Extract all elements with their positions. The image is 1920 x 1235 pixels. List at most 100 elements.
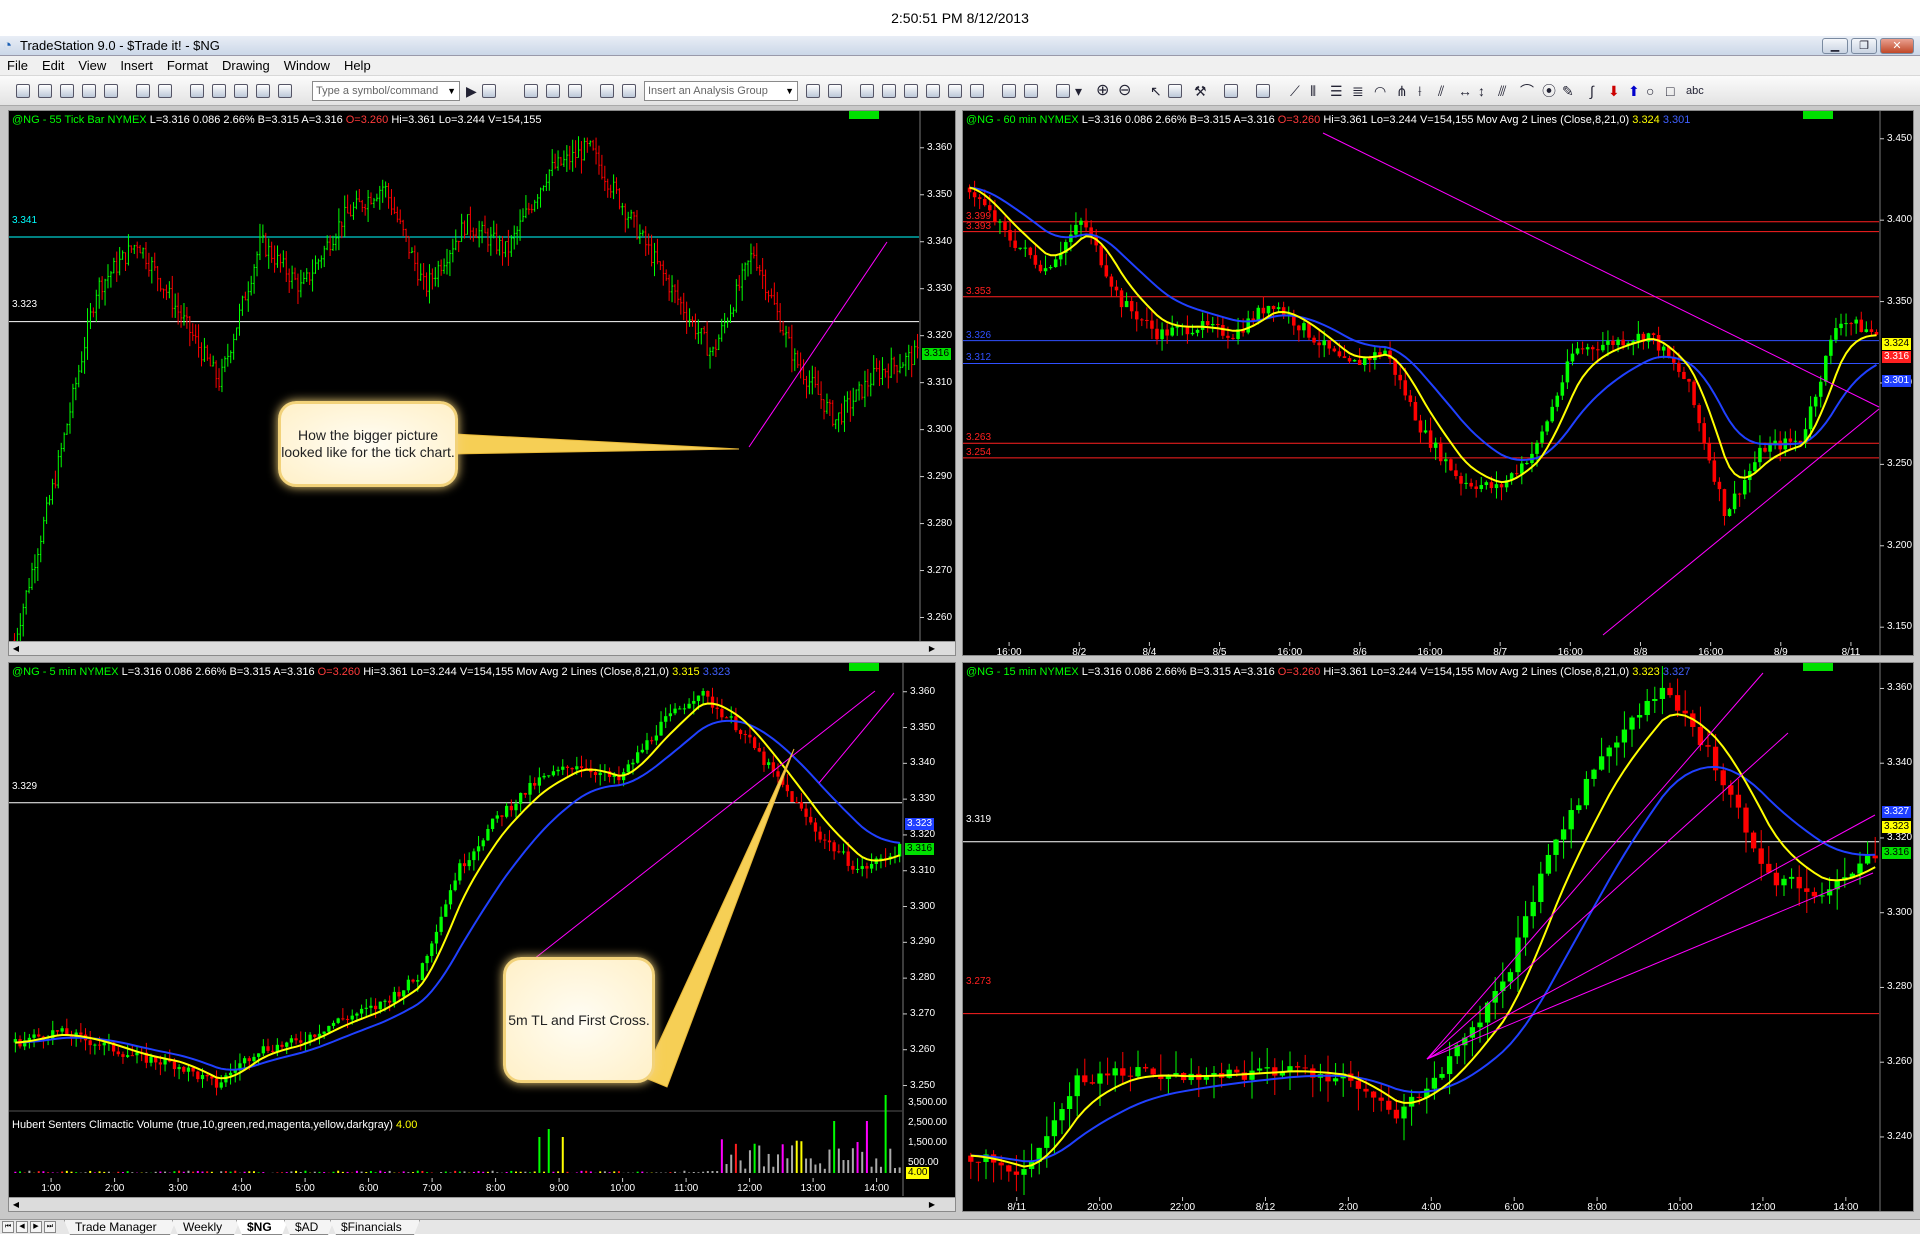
save-desktop-icon[interactable] — [136, 84, 150, 98]
news-icon[interactable] — [1256, 84, 1270, 98]
kagi-icon[interactable] — [948, 84, 962, 98]
horizontal-lines-icon[interactable]: ☰ — [1330, 83, 1343, 99]
horizontal-scrollbar[interactable]: ◀ ▶ — [9, 641, 955, 655]
arrow-up-icon[interactable]: ⬆ — [1628, 83, 1640, 99]
optimize-icon[interactable] — [828, 84, 842, 98]
tab-financials[interactable]: $Financials — [330, 1220, 420, 1235]
folder-icon[interactable] — [104, 84, 118, 98]
menu-format[interactable]: Format — [167, 56, 208, 76]
color-icon[interactable] — [278, 84, 292, 98]
tab-ng[interactable]: $NG — [236, 1220, 288, 1235]
hourly-chart-pane[interactable]: @NG - 60 min NYMEX L=3.316 0.086 2.66% B… — [962, 110, 1914, 656]
arrow-down-icon[interactable]: ⬇ — [1608, 83, 1620, 99]
tab-ad[interactable]: $AD — [284, 1220, 334, 1235]
point-figure-icon[interactable] — [926, 84, 940, 98]
restore-button[interactable]: ❐ — [1851, 38, 1877, 54]
indicator-icon[interactable] — [622, 84, 636, 98]
pen-icon[interactable]: ✎ — [1562, 83, 1574, 99]
scanner-icon[interactable] — [600, 84, 614, 98]
channel-icon[interactable]: ⫽ — [1438, 83, 1444, 99]
fifteen-minute-price-plot[interactable] — [963, 663, 1914, 1212]
open-label: O=3.260 — [1277, 666, 1321, 678]
radar-icon[interactable] — [546, 84, 560, 98]
scroll-left-icon[interactable]: ◀ — [9, 1198, 23, 1211]
menu-edit[interactable]: Edit — [42, 56, 64, 76]
first-tab-icon[interactable]: ⏮ — [2, 1221, 14, 1233]
rectangle-icon[interactable]: □ — [1666, 83, 1674, 99]
analysis-group-select[interactable]: Insert an Analysis Group ▼ — [644, 81, 798, 101]
lock-icon[interactable] — [234, 84, 248, 98]
tile-icon[interactable] — [212, 84, 226, 98]
tick-chart-pane[interactable]: @NG - 55 Tick Bar NYMEX L=3.316 0.086 2.… — [8, 110, 956, 656]
curve-icon[interactable]: ∫ — [1590, 83, 1594, 99]
line-chart-icon[interactable] — [904, 84, 918, 98]
callout-pointer — [451, 433, 740, 455]
arc-icon[interactable]: ◠ — [1374, 83, 1386, 99]
link-icon[interactable] — [256, 84, 270, 98]
scroll-left-icon[interactable]: ◀ — [9, 642, 23, 655]
hourly-price-plot[interactable] — [963, 111, 1914, 656]
hotlist-icon[interactable] — [1224, 84, 1238, 98]
candle-icon[interactable] — [882, 84, 896, 98]
print-icon[interactable] — [158, 84, 172, 98]
menu-help[interactable]: Help — [344, 56, 371, 76]
tab-trade-manager[interactable]: Trade Manager — [64, 1220, 176, 1235]
bar-chart-icon[interactable] — [860, 84, 874, 98]
candle-body — [434, 931, 439, 944]
zoom-out-icon[interactable]: ⊖ — [1118, 83, 1131, 99]
minimize-button[interactable]: ▁ — [1822, 38, 1848, 54]
chart-analysis-icon[interactable] — [524, 84, 538, 98]
play-icon[interactable]: ▶ — [466, 83, 477, 99]
scroll-right-icon[interactable]: ▶ — [925, 1198, 939, 1211]
trendline-icon[interactable]: ⟋ — [1290, 83, 1300, 99]
vertical-arrow-icon[interactable]: ↕ — [1478, 83, 1485, 99]
next-tab-icon[interactable]: ▶ — [30, 1221, 42, 1233]
text-tool-icon[interactable]: abc — [1686, 83, 1704, 99]
quote-icon[interactable] — [482, 84, 496, 98]
menu-insert[interactable]: Insert — [120, 56, 153, 76]
y-tick-label: 3.330 — [927, 282, 953, 294]
compress-icon[interactable] — [1024, 84, 1038, 98]
open-icon[interactable] — [38, 84, 52, 98]
menu-drawing[interactable]: Drawing — [222, 56, 270, 76]
vertical-lines-icon[interactable]: ⦀ — [1310, 83, 1316, 99]
tools-icon[interactable]: ⚒ — [1194, 83, 1207, 99]
format-icon[interactable] — [1056, 84, 1070, 98]
menu-file[interactable]: File — [7, 56, 28, 76]
window-icon[interactable] — [190, 84, 204, 98]
select-icon[interactable] — [1168, 84, 1182, 98]
save-icon[interactable] — [60, 84, 74, 98]
fib-time-icon[interactable]: ⦿ — [1542, 83, 1556, 99]
new-chart-icon[interactable] — [82, 84, 96, 98]
zoom-in-icon[interactable]: ⊕ — [1096, 83, 1109, 99]
tick-price-plot[interactable] — [9, 111, 956, 656]
symbol-input[interactable]: Type a symbol/command ▼ — [312, 81, 460, 101]
fifteen-minute-chart-pane[interactable]: @NG - 15 min NYMEX L=3.316 0.086 2.66% B… — [962, 662, 1914, 1212]
gann-icon[interactable]: ⫻ — [1498, 83, 1506, 99]
x-tick-label: 8/11 — [1841, 647, 1861, 656]
menu-window[interactable]: Window — [284, 56, 330, 76]
close-button[interactable]: ✕ — [1880, 38, 1914, 54]
chevron-down-icon[interactable]: ▼ — [785, 82, 794, 100]
cycle-icon[interactable]: ⌒ — [1520, 83, 1534, 99]
fib-icon[interactable]: ≣ — [1352, 83, 1364, 99]
last-tab-icon[interactable]: ⏭ — [44, 1221, 56, 1233]
renko-icon[interactable] — [970, 84, 984, 98]
prev-tab-icon[interactable]: ◀ — [16, 1221, 28, 1233]
tab-weekly[interactable]: Weekly — [172, 1220, 240, 1235]
new-document-icon[interactable] — [16, 84, 30, 98]
matrix-icon[interactable] — [568, 84, 582, 98]
horizontal-arrow-icon[interactable]: ↔ — [1458, 83, 1472, 99]
speed-lines-icon[interactable]: ⟊ — [1418, 83, 1422, 99]
circle-icon[interactable]: ○ — [1646, 83, 1654, 99]
chevron-down-icon[interactable]: ▼ — [447, 82, 456, 100]
five-minute-chart-pane[interactable]: @NG - 5 min NYMEX L=3.316 0.086 2.66% B=… — [8, 662, 956, 1212]
horizontal-scrollbar[interactable]: ◀ ▶ — [9, 1197, 955, 1211]
andrews-pitchfork-icon[interactable]: ⋔ — [1396, 83, 1408, 99]
pointer-icon[interactable]: ↖ — [1150, 83, 1162, 99]
strategy-icon[interactable] — [806, 84, 820, 98]
scroll-right-icon[interactable]: ▶ — [925, 642, 939, 655]
move-bars-icon[interactable] — [1002, 84, 1016, 98]
chevron-down-icon[interactable]: ▾ — [1075, 83, 1082, 99]
menu-view[interactable]: View — [78, 56, 106, 76]
